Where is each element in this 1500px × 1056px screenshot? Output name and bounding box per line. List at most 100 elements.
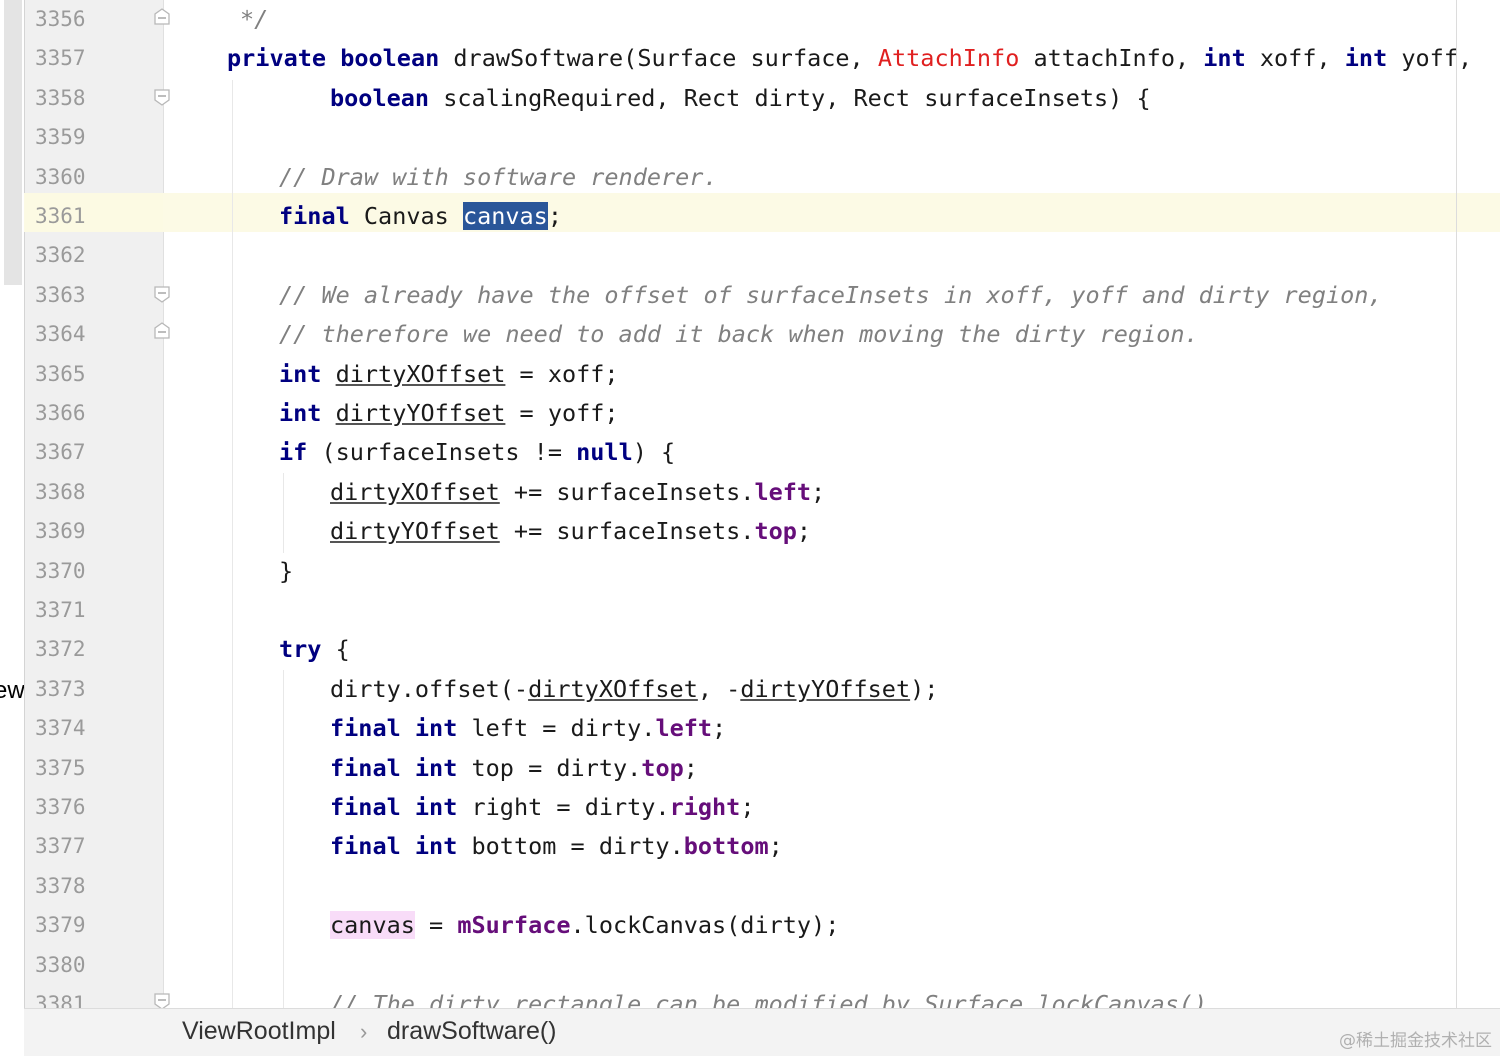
code-token: ) { xyxy=(632,438,676,467)
code-token: left xyxy=(754,477,812,506)
code-token: canvas xyxy=(330,911,415,940)
code-token: dirty.offset(- xyxy=(330,674,529,703)
right-margin-line xyxy=(1456,0,1457,1008)
left-edge-text: ew xyxy=(0,677,25,704)
code-token: try xyxy=(279,635,322,664)
code-token: left = dirty. xyxy=(457,714,656,743)
line-number: 3365 xyxy=(35,361,86,386)
code-token: int xyxy=(414,714,458,743)
left-scrollbar[interactable] xyxy=(4,0,22,285)
fold-end-icon[interactable] xyxy=(153,8,171,26)
line-number: 3377 xyxy=(35,834,86,859)
code-token: .lockCanvas(dirty); xyxy=(570,911,840,940)
line-number: 3370 xyxy=(35,558,86,583)
indent-guide xyxy=(283,670,284,1008)
code-token: Canvas xyxy=(349,202,463,230)
code-line[interactable]: final int right = dirty.right; xyxy=(330,788,755,827)
code-token: bottom = dirty. xyxy=(457,832,684,861)
code-token: yoff, xyxy=(1387,44,1473,73)
line-number: 3366 xyxy=(35,401,86,425)
code-token: top xyxy=(754,517,797,546)
fold-end-icon[interactable] xyxy=(153,322,171,340)
code-token: { xyxy=(321,635,350,664)
code-token: dirtyYOffset xyxy=(740,674,911,703)
code-token: top xyxy=(641,753,684,782)
line-number: 3363 xyxy=(35,282,86,307)
code-line[interactable]: canvas = mSurface.lockCanvas(dirty); xyxy=(330,906,839,945)
line-number: 3376 xyxy=(35,795,86,819)
code-token: ; xyxy=(740,793,755,821)
line-number: 3360 xyxy=(35,164,86,189)
code-token: boolean xyxy=(340,44,440,73)
code-token: final xyxy=(279,202,350,230)
code-token: dirtyXOffset xyxy=(335,359,506,388)
code-line[interactable]: final int top = dirty.top; xyxy=(330,749,698,788)
code-line[interactable]: dirty.offset(-dirtyXOffset, -dirtyYOffse… xyxy=(330,670,938,709)
line-number: 3373 xyxy=(35,676,86,701)
code-line[interactable]: // We already have the offset of surface… xyxy=(279,276,1383,315)
code-line[interactable]: final int left = dirty.left; xyxy=(330,709,726,748)
code-line[interactable]: final Canvas canvas; xyxy=(279,197,562,236)
line-number: 3369 xyxy=(35,519,86,544)
code-token: ; xyxy=(796,517,812,546)
line-number: 3378 xyxy=(35,873,86,898)
code-line[interactable]: private boolean drawSoftware(Surface sur… xyxy=(227,39,1472,78)
code-token: int xyxy=(414,753,458,782)
code-line[interactable]: try { xyxy=(279,630,350,669)
code-token: = xoff; xyxy=(505,359,619,388)
code-line[interactable]: } xyxy=(279,552,293,591)
code-line[interactable]: int dirtyXOffset = xoff; xyxy=(279,355,619,394)
code-line[interactable]: */ xyxy=(240,0,268,39)
code-token: right xyxy=(669,793,741,821)
code-line[interactable]: dirtyXOffset += surfaceInsets.left; xyxy=(330,473,825,512)
code-token: mSurface xyxy=(457,911,571,940)
code-token: AttachInfo xyxy=(877,44,1020,73)
line-number: 3361 xyxy=(35,204,86,228)
code-token: left xyxy=(655,714,713,743)
code-line[interactable]: int dirtyYOffset = yoff; xyxy=(279,394,619,433)
code-token: int xyxy=(279,399,322,427)
code-token: private xyxy=(227,44,327,73)
fold-start-icon[interactable] xyxy=(153,285,171,303)
line-number: 3380 xyxy=(35,952,86,977)
code-token: final xyxy=(330,832,401,861)
watermark: @稀土掘金技术社区 xyxy=(1339,1031,1492,1051)
code-token: += surfaceInsets. xyxy=(499,477,755,506)
code-token: int xyxy=(1203,44,1246,73)
code-token: bottom xyxy=(683,832,769,861)
code-token: } xyxy=(279,556,294,585)
line-number: 3362 xyxy=(35,243,86,268)
current-line-highlight xyxy=(24,193,1500,232)
code-token: int xyxy=(1344,44,1388,73)
breadcrumb-separator-icon: › xyxy=(360,1019,368,1044)
line-number: 3364 xyxy=(35,322,86,347)
code-token: = yoff; xyxy=(505,399,619,427)
breadcrumb-class[interactable]: ViewRootImpl xyxy=(182,1017,336,1046)
code-line[interactable]: dirtyYOffset += surfaceInsets.top; xyxy=(330,512,811,551)
code-line[interactable]: if (surfaceInsets != null) { xyxy=(279,433,675,472)
code-token: dirtyYOffset xyxy=(335,399,506,427)
code-line[interactable]: boolean scalingRequired, Rect dirty, Rec… xyxy=(330,79,1151,118)
breadcrumb-method[interactable]: drawSoftware() xyxy=(387,1017,557,1046)
code-token: final xyxy=(330,753,401,782)
code-token: ; xyxy=(683,753,698,782)
line-number: 3356 xyxy=(35,7,86,31)
code-line[interactable]: final int bottom = dirty.bottom; xyxy=(330,827,783,866)
breadcrumb: ViewRootImpl › drawSoftware() xyxy=(24,1008,1500,1056)
code-line[interactable]: // therefore we need to add it back when… xyxy=(279,315,1199,354)
line-number: 3374 xyxy=(35,716,86,741)
code-token: int xyxy=(279,359,322,388)
line-number: 3375 xyxy=(35,755,86,780)
code-token: dirtyXOffset xyxy=(528,674,698,703)
code-token: , - xyxy=(697,674,741,703)
code-token: int xyxy=(414,832,458,861)
code-token: ); xyxy=(910,674,939,703)
code-line[interactable]: // Draw with software renderer. xyxy=(279,158,718,197)
code-token: ; xyxy=(547,202,562,230)
code-token: // We already have the offset of surface… xyxy=(279,280,1383,309)
fold-start-icon[interactable] xyxy=(153,88,171,106)
